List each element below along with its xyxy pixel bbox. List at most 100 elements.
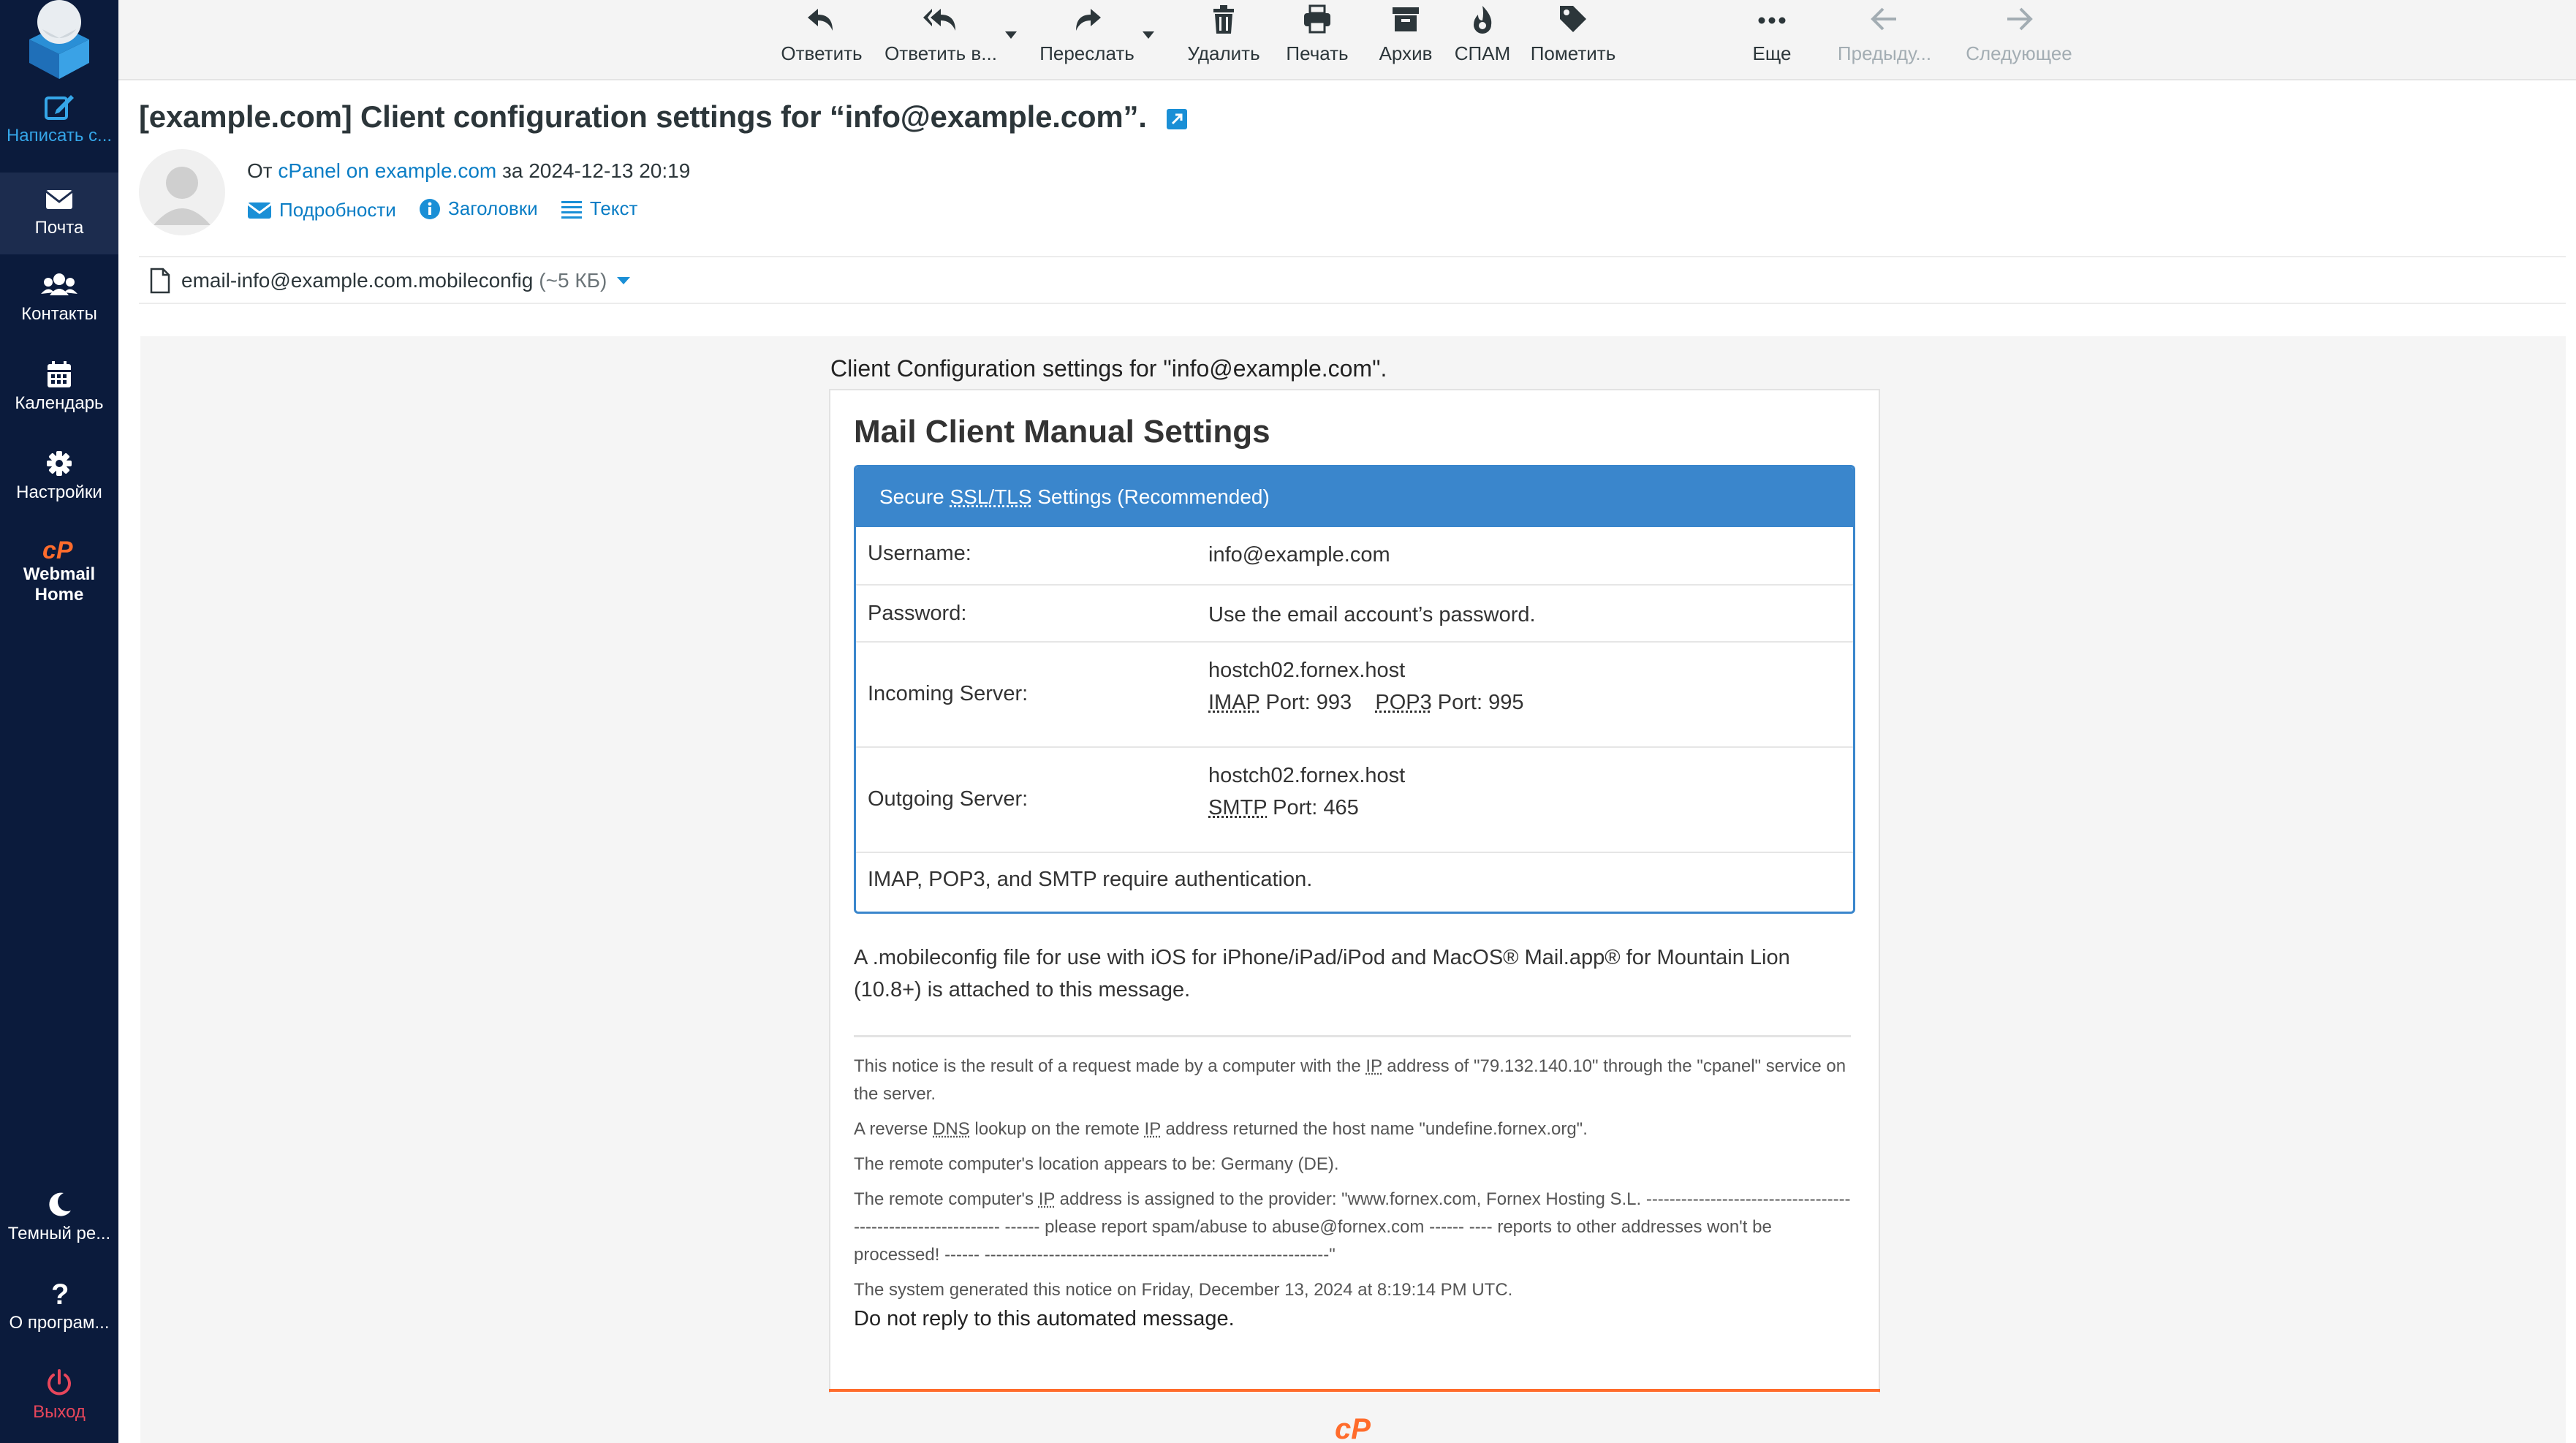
sidebar-item-mail[interactable]: Почта	[0, 173, 118, 254]
archive-label: Архив	[1379, 42, 1433, 64]
forward-button[interactable]: Переслать	[1032, 3, 1142, 73]
sender-avatar	[139, 149, 225, 235]
moon-icon	[49, 1192, 71, 1216]
sidebar-item-label: Home	[34, 585, 84, 605]
details-link[interactable]: Подробности	[247, 199, 396, 221]
settings-table: Secure SSL/TLS Settings (Recommended) Us…	[854, 465, 1855, 914]
notice-text: lookup on the remote	[969, 1119, 1145, 1139]
settings-row-outgoing: Outgoing Server: hostch02.fornex.host SM…	[856, 746, 1853, 853]
reply-all-dropdown-icon[interactable]	[1004, 31, 1018, 39]
sidebar-item-label: Настройки	[16, 482, 102, 502]
ip-abbr: IP	[1144, 1119, 1161, 1139]
forward-dropdown-icon[interactable]	[1142, 31, 1155, 39]
more-label: Еще	[1752, 42, 1792, 64]
smtp-port: Port: 465	[1267, 796, 1359, 819]
mark-button[interactable]: Пометить	[1519, 3, 1627, 73]
settings-row-auth: IMAP, POP3, and SMTP require authenticat…	[856, 852, 1853, 912]
sidebar-item-label: О програм...	[9, 1313, 110, 1333]
settings-header-text: Settings (Recommended)	[1031, 485, 1270, 508]
headers-label: Заголовки	[448, 197, 538, 219]
notice-paragraph: The remote computer's location appears t…	[854, 1154, 1339, 1174]
incoming-ports: IMAP Port: 993 POP3 Port: 995	[1208, 686, 1524, 719]
next-button[interactable]: Следующее	[1961, 3, 2077, 73]
power-icon	[48, 1369, 71, 1395]
ip-abbr: IP	[1365, 1056, 1382, 1076]
notice-divider	[854, 1035, 1851, 1037]
notice-text: The remote computer's	[854, 1189, 1039, 1209]
open-in-new-window-icon[interactable]	[1165, 107, 1189, 131]
printer-icon	[1304, 4, 1330, 34]
sidebar-item-label: Контакты	[21, 304, 97, 324]
row-value: hostch02.fornex.host SMTP Port: 465	[1208, 760, 1405, 824]
mark-label: Пометить	[1530, 42, 1616, 64]
attachment-name[interactable]: email-info@example.com.mobileconfig	[181, 269, 533, 292]
gear-icon	[47, 451, 72, 476]
imap-port: Port: 993	[1259, 691, 1352, 714]
next-label: Следующее	[1966, 42, 2072, 64]
sidebar-item-label: Webmail	[23, 564, 96, 584]
settings-row-password: Password: Use the email account’s passwo…	[856, 584, 1853, 643]
more-button[interactable]: Еще	[1737, 3, 1807, 73]
sidebar-item-label: Почта	[34, 218, 84, 238]
envelope-icon	[247, 202, 272, 219]
no-reply-note: Do not reply to this automated message.	[854, 1307, 1235, 1330]
incoming-host: hostch02.fornex.host	[1208, 659, 1406, 682]
svg-text:?: ?	[51, 1279, 69, 1308]
sidebar-item-calendar[interactable]: Календарь	[0, 360, 118, 440]
row-label: Incoming Server:	[868, 682, 1028, 705]
notice-text: A reverse	[854, 1119, 933, 1139]
print-button[interactable]: Печать	[1273, 3, 1361, 73]
tag-icon	[1560, 6, 1586, 32]
details-label: Подробности	[279, 199, 396, 221]
body-intro: Client Configuration settings for "info@…	[830, 355, 1387, 382]
chevron-down-icon[interactable]	[615, 276, 632, 286]
notice-paragraph: The system generated this notice on Frid…	[854, 1280, 1513, 1300]
reply-icon	[808, 9, 833, 31]
date-prefix: за	[502, 159, 523, 182]
notice-text: This notice is the result of a request m…	[854, 1056, 1366, 1076]
cpanel-logo: cP	[1335, 1413, 1371, 1443]
plain-text-link[interactable]: Текст	[561, 197, 637, 220]
attachment-item[interactable]: email-info@example.com.mobileconfig (~5 …	[149, 268, 632, 294]
dns-abbr: DNS	[933, 1119, 970, 1139]
ip-abbr: IP	[1038, 1189, 1055, 1209]
sidebar: Написать с... Почта Контакты Календарь Н…	[0, 0, 118, 1443]
row-label: Username:	[868, 542, 971, 565]
notice-text: address returned the host name "undefine…	[1160, 1119, 1588, 1139]
previous-label: Предыду...	[1837, 42, 1932, 64]
previous-button[interactable]: Предыду...	[1833, 3, 1936, 73]
sidebar-item-label: Календарь	[15, 393, 104, 413]
spam-button[interactable]: СПАМ	[1447, 3, 1518, 73]
sidebar-item-contacts[interactable]: Контакты	[0, 270, 118, 351]
sidebar-item-webmail-home[interactable]: cP Webmail Home	[0, 537, 118, 617]
card-title: Mail Client Manual Settings	[854, 414, 1270, 450]
delete-button[interactable]: Удалить	[1180, 3, 1268, 73]
sidebar-item-dark-mode[interactable]: Темный ре...	[0, 1190, 118, 1270]
arrow-left-icon	[1871, 7, 1896, 31]
headers-link[interactable]: Заголовки	[419, 197, 538, 220]
more-icon	[1758, 17, 1786, 24]
message-date: 2024-12-13 20:19	[529, 159, 691, 182]
settings-row-incoming: Incoming Server: hostch02.fornex.host IM…	[856, 641, 1853, 748]
outgoing-host: hostch02.fornex.host	[1208, 764, 1406, 787]
from-prefix: От	[247, 159, 273, 182]
calendar-icon	[48, 361, 71, 387]
reply-all-button[interactable]: Ответить в...	[879, 3, 1003, 73]
attachment-size: (~5 КБ)	[539, 269, 607, 292]
header-links: Подробности Заголовки Текст	[247, 197, 655, 225]
mobileconfig-note: A .mobileconfig file for use with iOS fo…	[854, 946, 1790, 1001]
reply-button[interactable]: Ответить	[770, 3, 873, 73]
envelope-icon	[45, 190, 73, 209]
smtp-abbr: SMTP	[1208, 796, 1268, 819]
contacts-icon	[41, 273, 77, 295]
sidebar-item-settings[interactable]: Настройки	[0, 449, 118, 529]
roundcube-logo[interactable]	[13, 0, 105, 79]
sender-link[interactable]: cPanel on example.com	[278, 159, 496, 182]
sidebar-item-compose[interactable]: Написать с...	[0, 92, 118, 173]
sidebar-item-logout[interactable]: Выход	[0, 1368, 118, 1443]
archive-button[interactable]: Архив	[1365, 3, 1446, 73]
sidebar-item-about[interactable]: ? О програм...	[0, 1279, 118, 1360]
forward-icon	[1076, 9, 1101, 31]
compose-icon	[45, 95, 74, 120]
reply-all-icon	[923, 9, 955, 31]
